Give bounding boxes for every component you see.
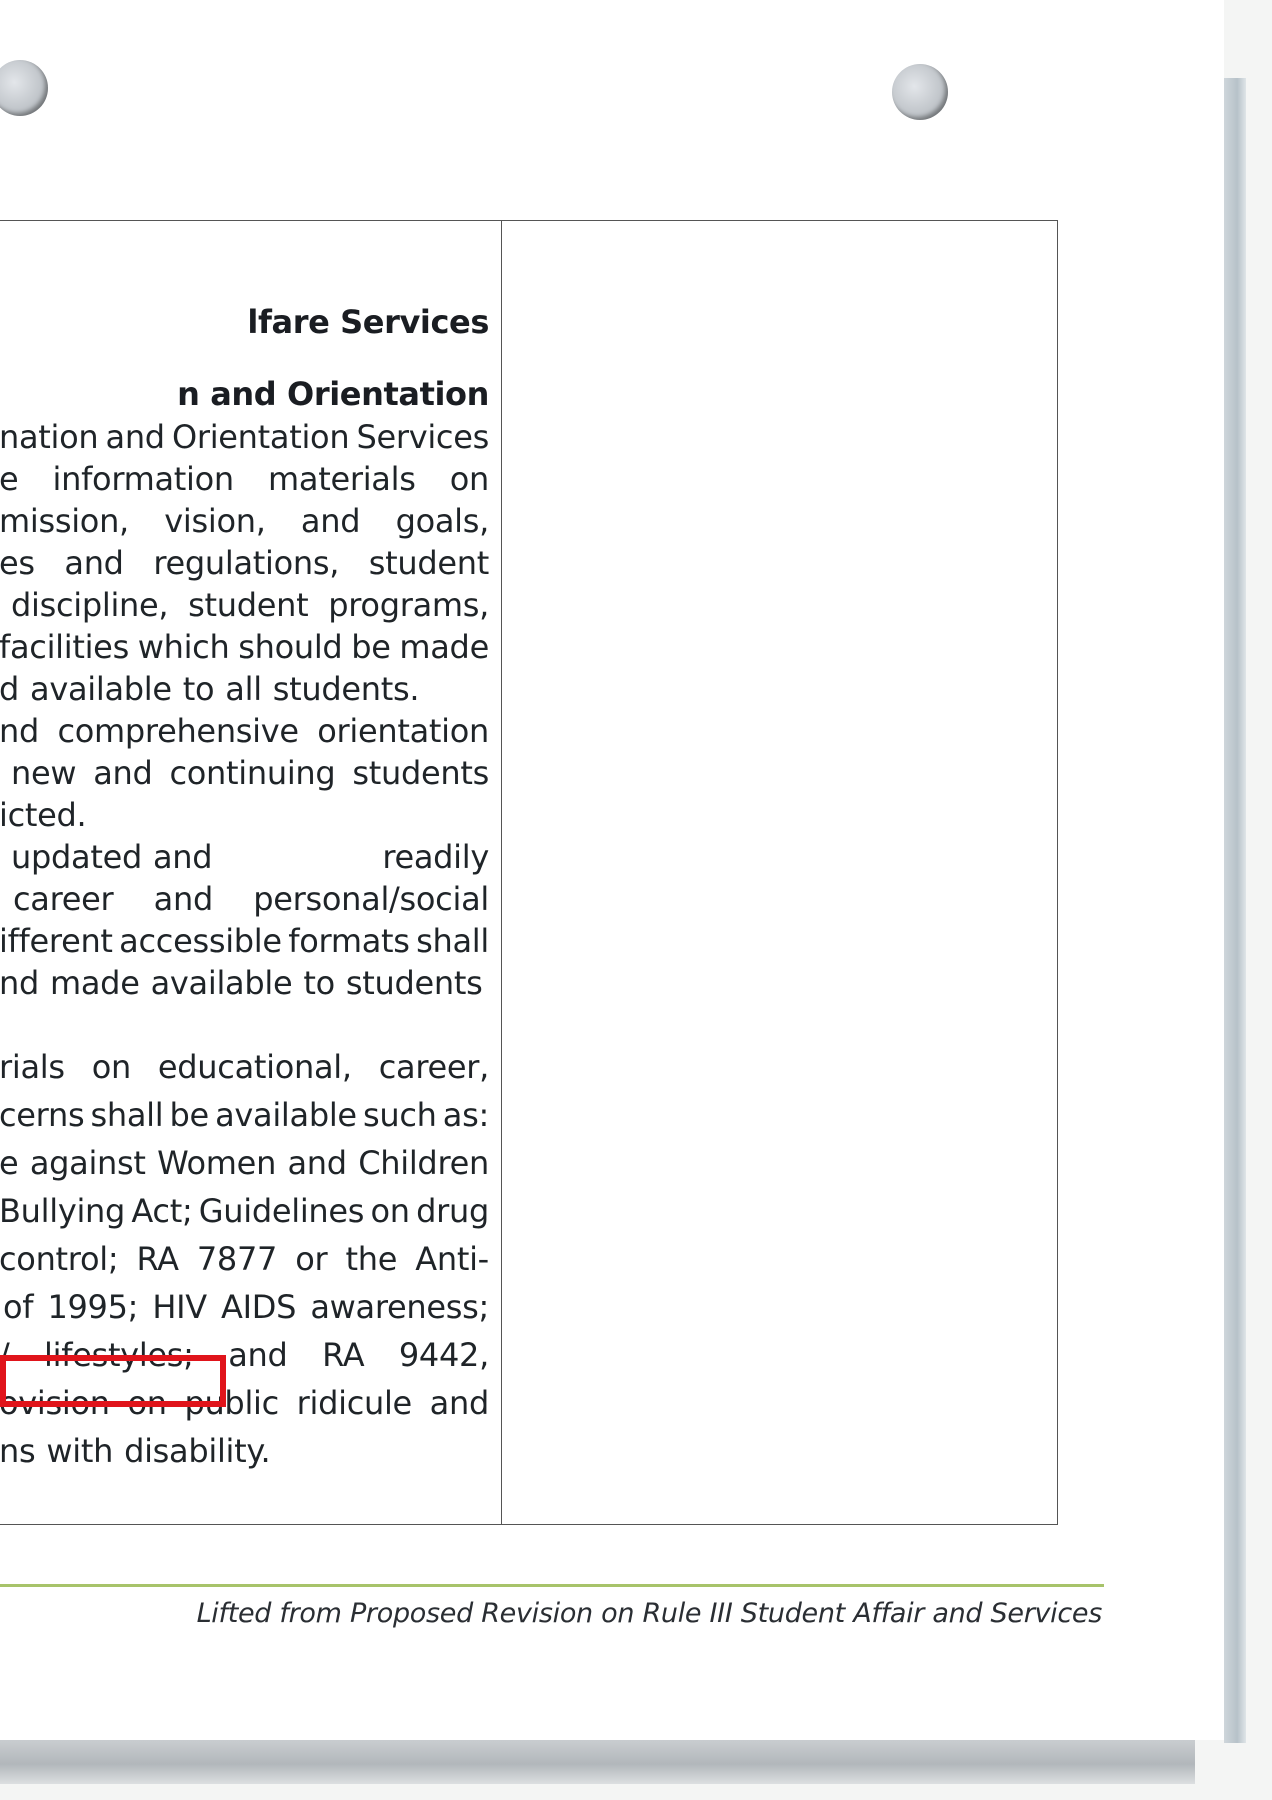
content-table: lfare Services n and Orientation nation a…: [0, 220, 1058, 1525]
text-line: nd made available to students: [0, 964, 483, 1002]
footer-rule: [0, 1584, 1104, 1587]
footer-note: Lifted from Proposed Revision on Rule II…: [196, 1598, 1103, 1629]
text-line: mission, vision, and goals,: [0, 502, 489, 540]
text-line: rials on educational, career,: [0, 1048, 489, 1086]
text-line: e information materials on: [0, 460, 489, 498]
text-line: of 1995; HIV AIDS awareness;: [3, 1288, 489, 1326]
text-column: lfare Services n and Orientation nation a…: [0, 221, 489, 1524]
subsection-heading: n and Orientation: [177, 375, 489, 413]
punch-hole-right: [892, 64, 948, 120]
section-heading: lfare Services: [247, 303, 489, 341]
text-line: facilities which should be made: [0, 628, 489, 666]
text-line: career and personal/social: [13, 880, 489, 918]
text-line: icted.: [0, 796, 87, 834]
text-line: new and continuing students: [11, 754, 489, 792]
page-stack-right-edge: [1224, 78, 1246, 1743]
text-line: ifferent accessible formats shall: [0, 922, 489, 960]
text-line: nation and Orientation Services: [0, 418, 489, 456]
table-column-divider: [501, 221, 502, 1524]
text-line: ns with disability.: [0, 1432, 271, 1470]
text-line: nd comprehensive orientation: [0, 712, 489, 750]
text-line: Bullying Act; Guidelines on drug: [0, 1192, 489, 1230]
text-line: updated and readily: [11, 838, 489, 876]
text-line: es and regulations, student: [0, 544, 489, 582]
text-line: d available to all students.: [0, 670, 420, 708]
text-line: cerns shall be available such as:: [0, 1096, 489, 1134]
text-line: e against Women and Children: [0, 1144, 489, 1182]
page-stack-bottom-edge: [0, 1740, 1195, 1784]
highlight-annotation-box: [0, 1355, 226, 1407]
text-line: control; RA 7877 or the Anti-: [0, 1240, 489, 1278]
text-line: discipline, student programs,: [11, 586, 489, 624]
